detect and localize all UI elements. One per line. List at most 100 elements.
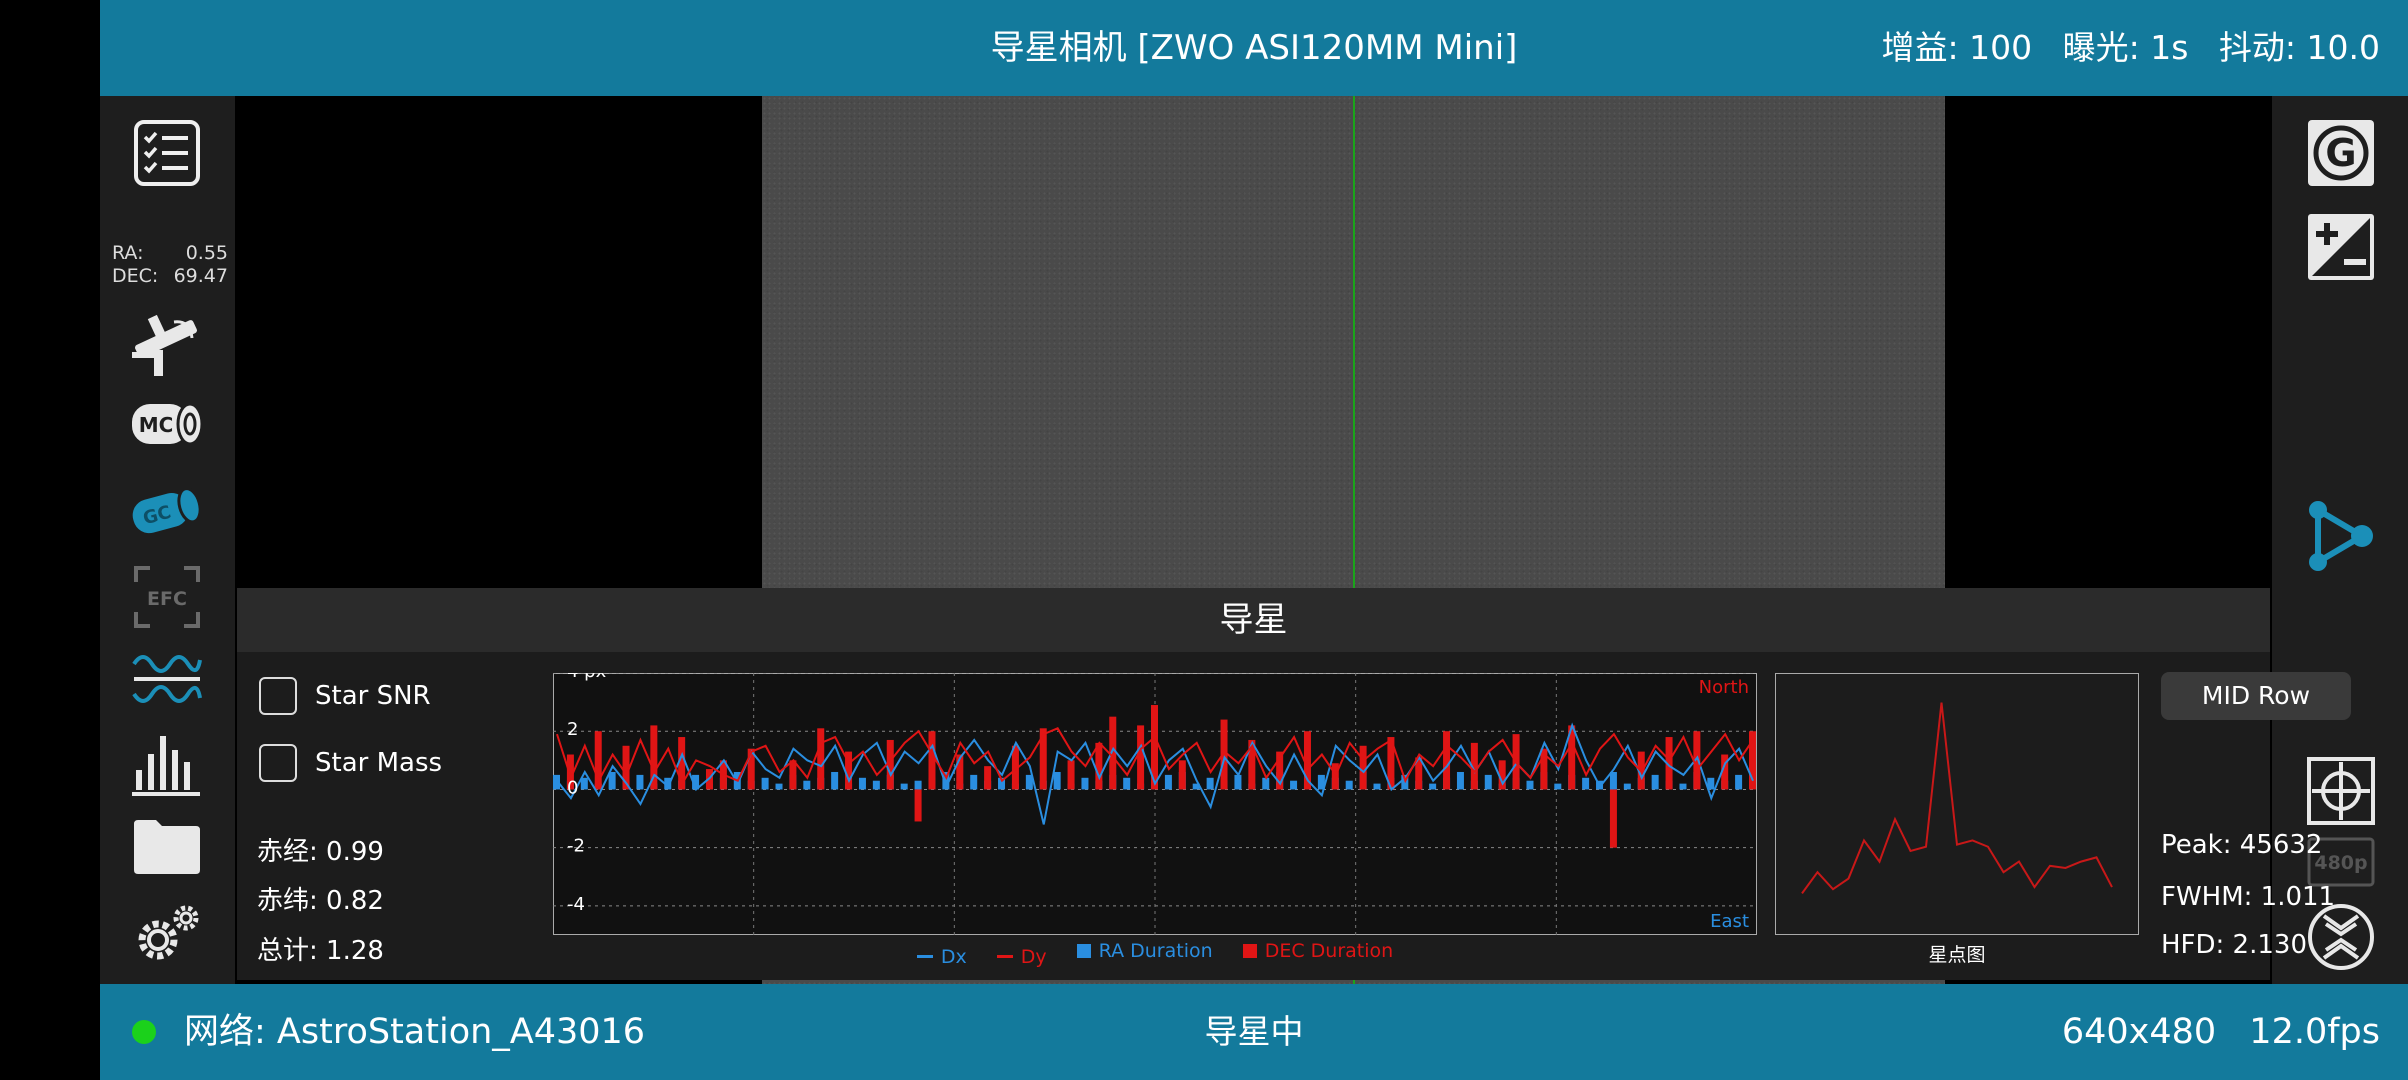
dec-duration-bar xyxy=(1359,745,1367,790)
ra-duration-bar xyxy=(1123,777,1131,790)
ra-duration-bar xyxy=(858,777,866,790)
guide-g-icon[interactable]: G xyxy=(2306,118,2376,188)
ra-duration-bar xyxy=(1053,771,1061,790)
star-snr-checkbox[interactable] xyxy=(259,677,297,715)
efc-focuser-icon[interactable]: EFC xyxy=(132,564,202,630)
checklist-icon[interactable] xyxy=(132,118,202,188)
guide-graph[interactable]: 4 px 2 0 -2 -4 North East xyxy=(553,673,1757,935)
guiding-waves-icon[interactable] xyxy=(130,646,204,712)
ra-duration-bar xyxy=(1429,783,1437,790)
crosshair-target-icon[interactable] xyxy=(2306,756,2376,826)
gain-value[interactable]: 增益: 100 xyxy=(1882,28,2033,67)
guide-panel-title[interactable]: 导星 xyxy=(237,588,2270,652)
guide-graph-legend: Dx Dy RA Duration DEC Duration xyxy=(553,940,1757,968)
star-mass-toggle[interactable]: Star Mass xyxy=(259,744,442,782)
mid-row-button[interactable]: MID Row xyxy=(2161,672,2351,720)
ra-value: 0.55 xyxy=(185,242,228,264)
ra-duration-bar xyxy=(636,774,644,790)
star-snr-toggle[interactable]: Star SNR xyxy=(259,677,431,715)
ra-duration-bar xyxy=(1081,777,1089,790)
top-bar: 导星相机 [ZWO ASI120MM Mini] 增益: 100 曝光: 1s … xyxy=(100,0,2408,96)
ra-duration-bar xyxy=(872,780,880,790)
settings-gears-icon[interactable] xyxy=(130,902,204,966)
collapse-arrows-icon[interactable] xyxy=(2306,902,2376,972)
legend-dy[interactable]: Dy xyxy=(996,946,1047,968)
hfd-value: HFD: 2.130 xyxy=(2161,930,2307,960)
ra-duration-bar xyxy=(1651,774,1659,790)
dec-duration-bar xyxy=(817,728,825,790)
ra-duration-bar xyxy=(775,783,783,790)
dec-duration-bar xyxy=(1443,731,1451,790)
ra-duration-bar xyxy=(761,777,769,790)
legend-ra-duration[interactable]: RA Duration xyxy=(1076,940,1213,962)
legend-dx[interactable]: Dx xyxy=(916,946,967,968)
ra-duration-bar xyxy=(1554,783,1562,790)
y-tick-label: -4 xyxy=(567,894,585,915)
ra-duration-bar xyxy=(831,771,839,790)
left-sidebar: RA: 0.55 DEC: 69.47 MC GC EFC xyxy=(100,96,235,984)
dec-duration-bar xyxy=(914,789,922,822)
camera-stats[interactable]: 增益: 100 曝光: 1s 抖动: 10.0 xyxy=(1862,0,2381,96)
ra-duration-bar xyxy=(1164,774,1172,790)
star-mass-label: Star Mass xyxy=(315,748,443,778)
ra-duration-bar xyxy=(1526,780,1534,790)
ra-duration-bar xyxy=(1484,774,1492,790)
star-mass-checkbox[interactable] xyxy=(259,744,297,782)
y-tick-label: 4 px xyxy=(567,673,607,682)
dec-duration-bar xyxy=(1331,763,1339,790)
mc-camera-icon[interactable]: MC xyxy=(128,396,208,452)
ra-error: 赤经: 0.99 xyxy=(257,837,384,867)
y-tick-label: 2 xyxy=(567,719,578,740)
dec-value: 69.47 xyxy=(173,265,228,287)
north-label: North xyxy=(1699,677,1749,698)
ra-label: RA: xyxy=(112,242,144,264)
total-error: 总计: 1.28 xyxy=(257,936,384,966)
ra-duration-bar xyxy=(1262,777,1270,790)
network-label[interactable]: 网络: AstroStation_A43016 xyxy=(184,984,645,1080)
dec-duration-bar xyxy=(984,766,992,790)
ra-duration-bar xyxy=(970,774,978,790)
ra-duration-bar xyxy=(1373,783,1381,790)
star-profile-box[interactable] xyxy=(1775,673,2139,935)
ra-duration-bar xyxy=(914,780,922,790)
stream-info: 640x480 12.0fps xyxy=(2040,984,2380,1080)
dec-duration-bar xyxy=(1095,742,1103,790)
exposure-value[interactable]: 曝光: 1s xyxy=(2063,28,2189,67)
folder-icon[interactable] xyxy=(132,816,202,876)
svg-text:EFC: EFC xyxy=(147,588,187,610)
y-tick-label: 0 xyxy=(567,777,578,798)
share-network-icon[interactable] xyxy=(2304,500,2376,572)
dec-duration-bar xyxy=(1178,760,1186,790)
y-tick-label: -2 xyxy=(567,836,585,857)
plus-minus-icon[interactable] xyxy=(2306,212,2376,282)
telescope-mount-icon[interactable] xyxy=(128,310,208,380)
ra-duration-bar xyxy=(803,780,811,790)
legend-dec-duration[interactable]: DEC Duration xyxy=(1242,940,1393,962)
dec-duration-bar xyxy=(1067,760,1075,790)
ra-duration-bar xyxy=(1679,783,1687,790)
dec-duration-bar xyxy=(789,760,797,790)
histogram-icon[interactable] xyxy=(130,730,204,798)
dither-value[interactable]: 抖动: 10.0 xyxy=(2219,28,2380,67)
svg-text:MC: MC xyxy=(139,413,174,437)
dec-label: DEC: xyxy=(112,265,159,287)
dec-duration-bar xyxy=(1137,725,1145,790)
ra-duration-bar xyxy=(1206,777,1214,790)
peak-value: Peak: 45632 xyxy=(2161,830,2323,860)
mount-coordinates: RA: 0.55 DEC: 69.47 xyxy=(112,242,228,288)
star-profile-line xyxy=(1801,702,2113,894)
gc-camera-icon[interactable]: GC xyxy=(128,482,208,538)
ra-duration-bar xyxy=(1290,780,1298,790)
network-status-dot xyxy=(132,1020,156,1044)
star-snr-label: Star SNR xyxy=(315,681,431,711)
star-profile-chart xyxy=(1801,702,2113,894)
ra-duration-bar xyxy=(1456,771,1464,790)
ra-duration-bar xyxy=(1609,771,1617,790)
ra-duration-bar xyxy=(900,783,908,790)
dec-error: 赤纬: 0.82 xyxy=(257,886,384,916)
guide-panel: 导星 Star SNR Star Mass 赤经: 0.99 赤纬: 0.82 … xyxy=(237,588,2351,980)
ra-duration-bar xyxy=(1345,780,1353,790)
svg-text:G: G xyxy=(2325,131,2356,175)
fwhm-value: FWHM: 1.011 xyxy=(2161,882,2336,912)
star-profile-title: 星点图 xyxy=(1928,944,1986,966)
